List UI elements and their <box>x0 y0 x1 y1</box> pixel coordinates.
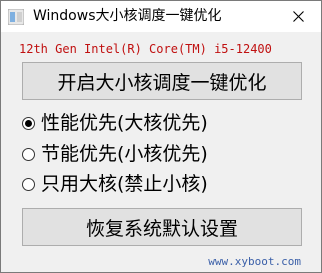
option-label: 性能优先(大核优先) <box>41 112 208 134</box>
restore-defaults-button[interactable]: 恢复系统默认设置 <box>22 208 302 246</box>
radio-performance[interactable] <box>22 116 35 130</box>
close-button[interactable] <box>275 1 321 32</box>
option-performance-priority[interactable]: 性能优先(大核优先) <box>22 109 208 137</box>
option-power-saving-priority[interactable]: 节能优先(小核优先) <box>22 140 208 168</box>
option-label: 节能优先(小核优先) <box>41 143 208 165</box>
option-performance-cores-only[interactable]: 只用大核(禁止小核) <box>22 170 208 198</box>
restore-button-label: 恢复系统默认设置 <box>85 217 238 240</box>
radio-power-saving[interactable] <box>22 147 35 161</box>
title-bar: Windows大小核调度一键优化 <box>1 1 321 32</box>
optimize-button-label: 开启大小核调度一键优化 <box>57 71 267 94</box>
radio-big-cores-only[interactable] <box>22 177 35 191</box>
cpu-model-label: 12th Gen Intel(R) Core(TM) i5-12400 <box>19 42 272 56</box>
watermark: www.xyboot.com <box>208 255 301 268</box>
app-window: Windows大小核调度一键优化 12th Gen Intel(R) Core(… <box>0 0 322 273</box>
app-icon <box>7 8 25 26</box>
option-label: 只用大核(禁止小核) <box>41 173 208 195</box>
window-title: Windows大小核调度一键优化 <box>33 8 222 24</box>
close-icon <box>292 7 304 26</box>
optimize-button[interactable]: 开启大小核调度一键优化 <box>22 62 302 100</box>
